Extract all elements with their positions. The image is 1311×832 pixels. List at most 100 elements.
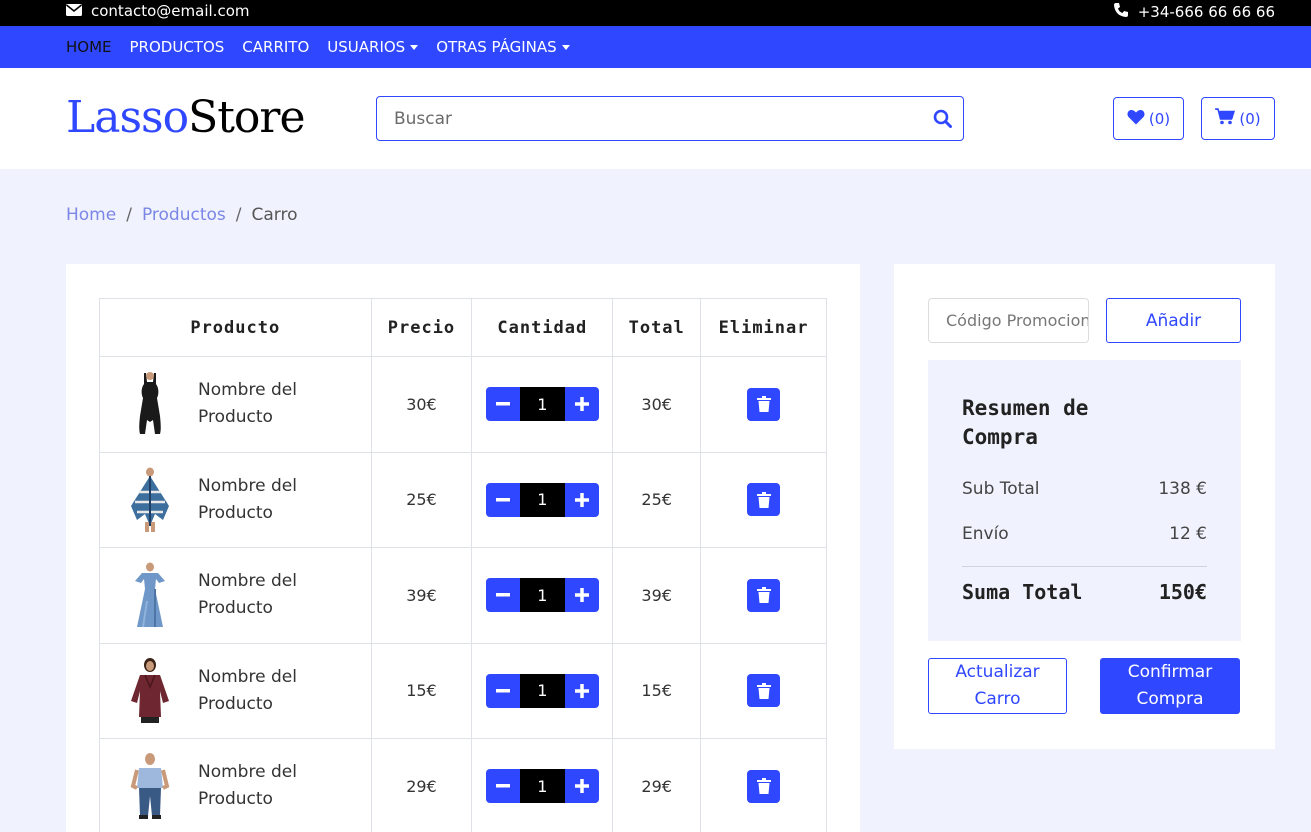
decrement-button[interactable] [485, 769, 520, 804]
product-cell: Nombre del Producto [99, 547, 372, 644]
search-icon[interactable] [933, 109, 952, 132]
breadcrumb-home[interactable]: Home [66, 205, 116, 225]
quantity-value[interactable]: 1 [519, 387, 565, 422]
quantity-value[interactable]: 1 [519, 769, 565, 804]
store-logo[interactable]: LassoStore [66, 90, 306, 146]
contact-phone-text: +34-666 66 66 66 [1137, 3, 1275, 21]
product-image[interactable] [120, 561, 180, 629]
update-cart-label-line: Carro [974, 689, 1021, 709]
table-row: Nombre del Producto 25€ 1 25€ [99, 451, 827, 548]
product-name-line: Producto [198, 502, 273, 523]
product-name-line: Nombre del [198, 762, 297, 783]
remove-cell [700, 642, 827, 739]
quantity-value[interactable]: 1 [519, 673, 565, 708]
nav-otras-paginas-dropdown[interactable]: OTRAS PÁGINAS [436, 38, 570, 56]
wishlist-button[interactable]: (0) [1113, 97, 1184, 140]
apply-promo-button[interactable]: Añadir [1106, 298, 1241, 343]
increment-button[interactable] [564, 482, 599, 517]
search-box [376, 96, 964, 141]
contact-phone[interactable]: +34-666 66 66 66 [1113, 2, 1275, 22]
header-precio: Precio [370, 298, 473, 357]
contact-email[interactable]: contacto@email.com [66, 2, 249, 20]
breadcrumb-separator: / [126, 205, 132, 225]
nav-carrito-label: CARRITO [242, 38, 310, 56]
grand-total-row: Suma Total 150€ [962, 580, 1207, 604]
product-name-line: Producto [198, 789, 273, 810]
increment-button[interactable] [564, 578, 599, 613]
remove-button[interactable] [747, 769, 781, 803]
logo-part-store: Store [188, 92, 305, 143]
quantity-cell: 1 [471, 356, 614, 453]
envelope-icon [66, 2, 82, 20]
product-name[interactable]: Nombre del Producto [198, 473, 297, 527]
product-name[interactable]: Nombre del Producto [198, 377, 297, 431]
product-image[interactable] [120, 370, 180, 438]
cart-count: (0) [1239, 109, 1261, 128]
nav-home-label: HOME [66, 38, 112, 56]
header-eliminar: Eliminar [700, 298, 827, 357]
header-cantidad: Cantidad [471, 298, 614, 357]
minus-icon [495, 784, 510, 788]
decrement-button[interactable] [485, 673, 520, 708]
table-row: Nombre del Producto 15€ 1 15€ [99, 642, 827, 739]
trash-icon [756, 587, 771, 604]
logo-part-lasso: Lasso [66, 92, 189, 143]
quantity-value[interactable]: 1 [519, 482, 565, 517]
minus-icon [495, 497, 510, 502]
product-image[interactable] [120, 466, 180, 534]
summary-divider [962, 566, 1207, 567]
table-row: Nombre del Producto 30€ 1 30€ [99, 356, 827, 453]
product-name-line: Nombre del [198, 571, 297, 592]
shipping-value: 12 € [1169, 524, 1207, 544]
cart-icon [1215, 108, 1236, 129]
increment-button[interactable] [564, 387, 599, 422]
decrement-button[interactable] [485, 578, 520, 613]
total-cell: 30€ [612, 356, 702, 453]
remove-button[interactable] [747, 483, 781, 517]
promo-code-input[interactable] [928, 298, 1089, 343]
plus-icon [574, 492, 589, 507]
price-cell: 29€ [370, 738, 473, 832]
remove-button[interactable] [747, 674, 781, 708]
breadcrumb-productos[interactable]: Productos [142, 205, 226, 225]
search-input[interactable] [377, 97, 917, 140]
product-name[interactable]: Nombre del Producto [198, 664, 297, 718]
quantity-stepper: 1 [485, 482, 599, 517]
nav-carrito[interactable]: CARRITO [242, 38, 309, 56]
product-name[interactable]: Nombre del Producto [198, 759, 297, 813]
remove-button[interactable] [747, 387, 781, 421]
decrement-button[interactable] [485, 387, 520, 422]
top-bar: contacto@email.com +34-666 66 66 66 [0, 0, 1311, 26]
remove-button[interactable] [747, 578, 781, 612]
subtotal-value: 138 € [1158, 479, 1207, 499]
product-name[interactable]: Nombre del Producto [198, 568, 297, 622]
increment-button[interactable] [564, 673, 599, 708]
summary-title: Resumen de Compra [962, 396, 1089, 449]
price-cell: 39€ [370, 547, 473, 644]
quantity-cell: 1 [471, 642, 614, 739]
product-name-line: Producto [198, 407, 273, 428]
quantity-stepper: 1 [485, 673, 599, 708]
product-image[interactable] [120, 657, 180, 725]
cart-button[interactable]: (0) [1201, 97, 1275, 140]
nav-usuarios-dropdown[interactable]: USUARIOS [327, 38, 419, 56]
product-cell: Nombre del Producto [99, 451, 372, 548]
nav-usuarios-label: USUARIOS [327, 38, 406, 56]
update-cart-button[interactable]: Actualizar Carro [928, 658, 1067, 714]
breadcrumb-current: Carro [251, 205, 298, 225]
increment-button[interactable] [564, 769, 599, 804]
nav-productos[interactable]: PRODUCTOS [130, 38, 225, 56]
confirm-purchase-button[interactable]: Confirmar Compra [1100, 658, 1240, 714]
nav-home[interactable]: HOME [66, 38, 112, 56]
heart-icon [1127, 109, 1145, 129]
quantity-value[interactable]: 1 [519, 578, 565, 613]
decrement-button[interactable] [485, 482, 520, 517]
trash-icon [756, 682, 771, 699]
quantity-cell: 1 [471, 738, 614, 832]
shipping-label: Envío [962, 524, 1009, 544]
product-image[interactable] [120, 752, 180, 820]
product-name-line: Nombre del [198, 475, 297, 496]
total-cell: 29€ [612, 738, 702, 832]
quantity-stepper: 1 [485, 769, 599, 804]
remove-cell [700, 356, 827, 453]
